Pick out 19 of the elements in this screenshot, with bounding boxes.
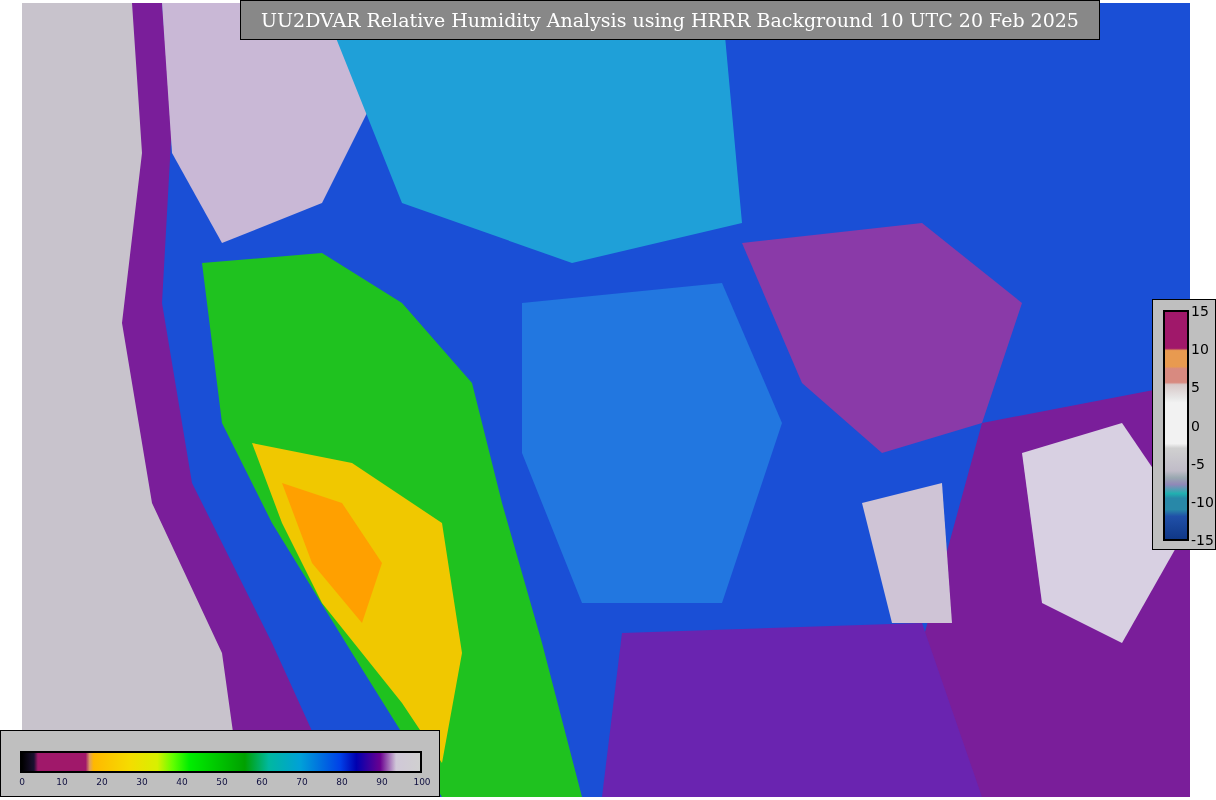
scale-label: 70 xyxy=(296,778,308,787)
scale-label: -10 xyxy=(1191,494,1214,509)
scale-label: 90 xyxy=(376,778,388,787)
scale-label: 80 xyxy=(336,778,348,787)
scale-label: 30 xyxy=(136,778,148,787)
scale-label: 10 xyxy=(56,778,68,787)
scale-label: -5 xyxy=(1191,456,1205,471)
scale-label: 0 xyxy=(19,778,25,787)
scale-label: 40 xyxy=(176,778,188,787)
map-title: UU2DVAR Relative Humidity Analysis using HRRR Background 10 UTC 20 Feb 2025 xyxy=(240,0,1100,40)
scale-label: 50 xyxy=(216,778,228,787)
scale-label: -15 xyxy=(1191,533,1214,547)
scale-label: 15 xyxy=(1191,304,1209,318)
scale-label: 100 xyxy=(413,778,431,787)
scale-label: 60 xyxy=(256,778,268,787)
scale-label: 0 xyxy=(1191,418,1200,433)
scale-label: 10 xyxy=(1191,342,1209,357)
scale-label: 5 xyxy=(1191,380,1200,395)
scale-label: 20 xyxy=(96,778,108,787)
